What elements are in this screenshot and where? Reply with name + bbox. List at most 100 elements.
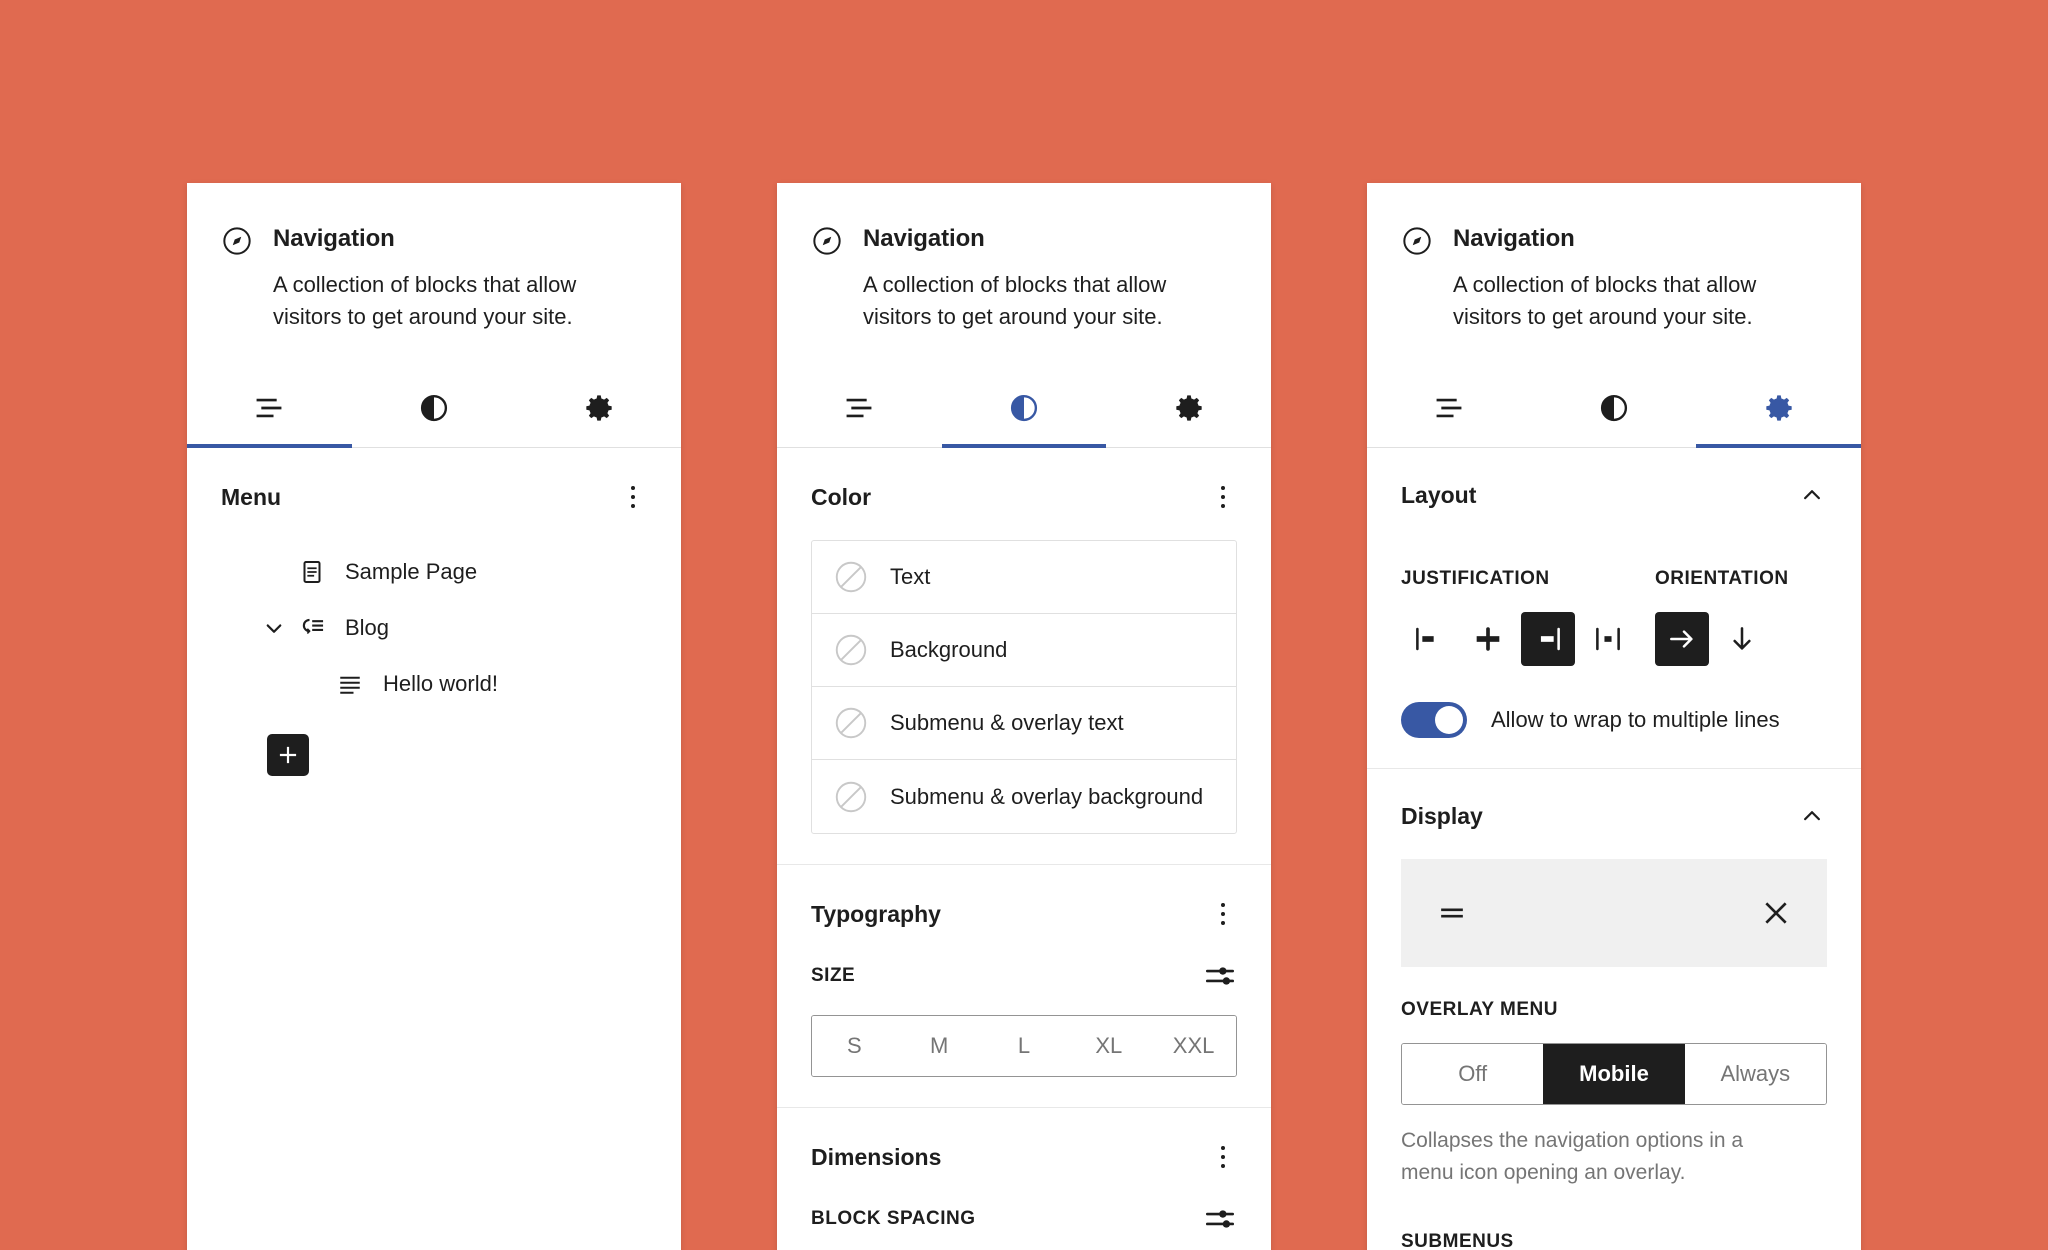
submenu-icon	[297, 613, 327, 643]
font-size-toggle-group: S M L XL XXL	[811, 1015, 1237, 1077]
block-card-header: Navigation A collection of blocks that a…	[777, 183, 1271, 333]
list-item[interactable]: Hello world!	[221, 656, 647, 712]
orientation-label: ORIENTATION	[1655, 568, 1789, 589]
color-row-label: Text	[890, 564, 931, 589]
submenus-label: SUBMENUS	[1401, 1231, 1514, 1250]
block-spacing-label-row: BLOCK SPACING	[811, 1202, 1237, 1236]
block-description: A collection of blocks that allow visito…	[273, 272, 577, 329]
size-label: SIZE	[811, 965, 856, 986]
no-color-icon	[832, 631, 870, 669]
options-icon[interactable]	[1209, 897, 1237, 931]
tab-settings[interactable]	[516, 369, 681, 447]
add-block-button[interactable]	[267, 734, 309, 776]
overlay-menu-toggle-group: Off Mobile Always	[1401, 1043, 1827, 1105]
orientation-options	[1655, 612, 1827, 666]
menu-section: Menu Sample Page Blog Hello world!	[187, 448, 681, 806]
tab-list-view[interactable]	[1367, 369, 1532, 447]
hamburger-icon[interactable]	[1433, 894, 1471, 932]
overlay-option-always[interactable]: Always	[1684, 1044, 1826, 1104]
tab-list-view[interactable]	[777, 369, 942, 447]
gear-icon	[580, 389, 618, 427]
layout-section: Layout JUSTIFICATION ORIENTATION Allow t…	[1367, 448, 1861, 769]
block-title-row: Navigation	[1401, 223, 1827, 257]
layout-section-header[interactable]: Layout	[1401, 480, 1827, 510]
block-title: Navigation	[863, 225, 985, 252]
font-size-option-xxl[interactable]: XXL	[1151, 1016, 1236, 1076]
justification-group: JUSTIFICATION	[1401, 540, 1655, 666]
layout-controls: JUSTIFICATION ORIENTATION	[1401, 540, 1827, 666]
justify-left-icon[interactable]	[1401, 612, 1455, 666]
justify-center-icon[interactable]	[1461, 612, 1515, 666]
gear-icon	[1170, 389, 1208, 427]
typography-section: Typography SIZE S M L XL XXL	[777, 865, 1271, 1108]
list-item-label: Blog	[345, 615, 390, 640]
font-size-option-l[interactable]: L	[981, 1016, 1067, 1076]
justify-space-between-icon[interactable]	[1581, 612, 1635, 666]
dimensions-section-title: Dimensions	[811, 1143, 942, 1170]
styles-contrast-icon	[1005, 389, 1043, 427]
size-label-row: SIZE	[811, 959, 1237, 993]
panel-styles: Navigation A collection of blocks that a…	[777, 183, 1271, 1250]
font-size-option-m[interactable]: M	[896, 1016, 982, 1076]
menu-section-header: Menu	[221, 480, 647, 514]
menu-items-list: Sample Page Blog Hello world!	[221, 544, 647, 776]
justify-right-icon[interactable]	[1521, 612, 1575, 666]
tab-list-view[interactable]	[187, 369, 352, 448]
options-icon[interactable]	[619, 480, 647, 514]
color-row-submenu-text[interactable]: Submenu & overlay text	[812, 687, 1236, 760]
color-rows: Text Background Submenu & overlay text S…	[811, 540, 1237, 834]
styles-contrast-icon	[1595, 389, 1633, 427]
overlay-option-mobile[interactable]: Mobile	[1543, 1044, 1685, 1104]
font-size-option-xl[interactable]: XL	[1066, 1016, 1152, 1076]
screen: Navigation A collection of blocks that a…	[0, 0, 2048, 1250]
list-view-icon	[1430, 389, 1468, 427]
block-title-row: Navigation	[221, 223, 647, 257]
list-item[interactable]: Blog	[221, 600, 647, 656]
chevron-down-icon[interactable]	[259, 613, 289, 643]
options-icon[interactable]	[1209, 480, 1237, 514]
tab-styles[interactable]	[1532, 369, 1697, 447]
compass-icon	[1401, 225, 1433, 257]
wrap-toggle[interactable]	[1401, 702, 1467, 738]
no-color-icon	[832, 778, 870, 816]
typography-section-header: Typography	[811, 897, 1237, 931]
panel-settings: Navigation A collection of blocks that a…	[1367, 183, 1861, 1250]
font-size-option-s[interactable]: S	[812, 1016, 897, 1076]
color-section: Color Text Background Submenu & overlay …	[777, 448, 1271, 865]
list-item-label: Sample Page	[345, 559, 478, 584]
dimensions-section: Dimensions BLOCK SPACING	[777, 1108, 1271, 1250]
inspector-tabs	[187, 369, 681, 448]
arrow-right-icon[interactable]	[1655, 612, 1709, 666]
sliders-icon[interactable]	[1203, 959, 1237, 993]
list-item[interactable]: Sample Page	[221, 544, 647, 600]
close-icon[interactable]	[1757, 894, 1795, 932]
display-section-header[interactable]: Display	[1401, 801, 1827, 831]
tab-settings[interactable]	[1696, 369, 1861, 448]
chevron-up-icon[interactable]	[1797, 480, 1827, 510]
chevron-up-icon[interactable]	[1797, 801, 1827, 831]
display-section: Display OVERLAY MENU Off Mobile Always C…	[1367, 769, 1861, 1250]
block-card-header: Navigation A collection of blocks that a…	[1367, 183, 1861, 333]
gear-icon	[1760, 389, 1798, 427]
dimensions-section-header: Dimensions	[811, 1140, 1237, 1174]
arrow-down-icon[interactable]	[1715, 612, 1769, 666]
sliders-icon[interactable]	[1203, 1202, 1237, 1236]
block-title-row: Navigation	[811, 223, 1237, 257]
color-row-background[interactable]: Background	[812, 614, 1236, 687]
tab-settings[interactable]	[1106, 369, 1271, 447]
overlay-option-off[interactable]: Off	[1402, 1044, 1544, 1104]
menu-section-title: Menu	[221, 483, 282, 510]
block-description: A collection of blocks that allow visito…	[1453, 272, 1757, 329]
page-icon	[297, 557, 327, 587]
overlay-help-text: Collapses the navigation options in a me…	[1401, 1129, 1744, 1184]
orientation-group: ORIENTATION	[1655, 540, 1827, 666]
color-row-text[interactable]: Text	[812, 541, 1236, 614]
color-row-label: Background	[890, 637, 1008, 662]
options-icon[interactable]	[1209, 1140, 1237, 1174]
block-title: Navigation	[273, 225, 395, 252]
tab-styles[interactable]	[352, 369, 517, 447]
overlay-preview	[1401, 859, 1827, 967]
layout-section-title: Layout	[1401, 481, 1477, 508]
color-row-submenu-background[interactable]: Submenu & overlay background	[812, 760, 1236, 833]
tab-styles[interactable]	[941, 369, 1107, 448]
